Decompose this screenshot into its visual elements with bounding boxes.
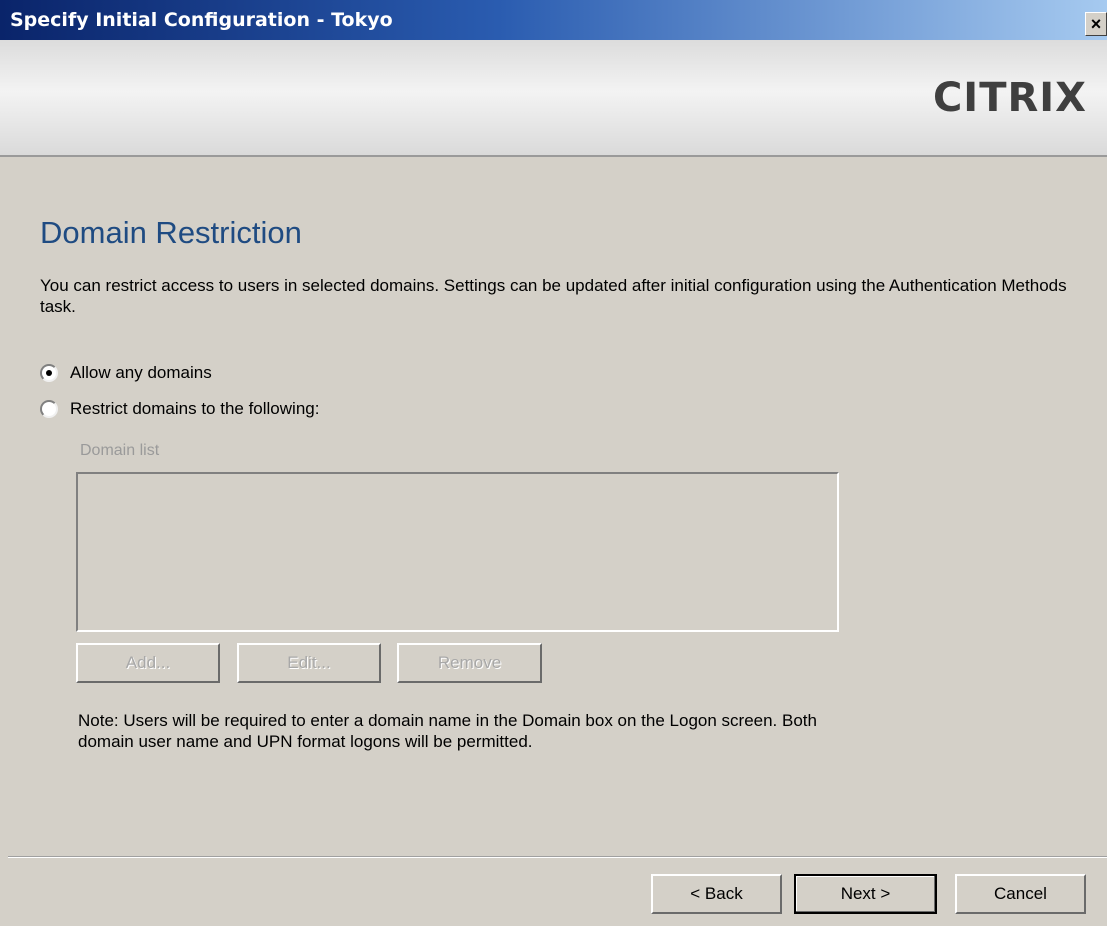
next-button[interactable]: Next > [794, 874, 937, 914]
edit-button[interactable]: Edit... [237, 643, 381, 683]
footer-separator [8, 856, 1107, 858]
title-bar: Specify Initial Configuration - Tokyo × [0, 0, 1107, 40]
allow-any-domains-option[interactable]: Allow any domains [40, 363, 212, 383]
close-icon: × [1090, 14, 1102, 34]
restrict-domains-radio[interactable] [40, 400, 58, 418]
cancel-button[interactable]: Cancel [955, 874, 1086, 914]
header-banner: CITRIX [0, 40, 1107, 157]
add-button[interactable]: Add... [76, 643, 220, 683]
allow-any-domains-radio[interactable] [40, 364, 58, 382]
domain-note: Note: Users will be required to enter a … [78, 711, 817, 751]
domain-list-box[interactable] [76, 472, 839, 632]
page-title: Domain Restriction [40, 215, 302, 250]
close-button[interactable]: × [1085, 12, 1107, 36]
allow-any-domains-label: Allow any domains [70, 363, 212, 382]
restrict-domains-option[interactable]: Restrict domains to the following: [40, 399, 319, 419]
remove-button[interactable]: Remove [397, 643, 542, 683]
back-button[interactable]: < Back [651, 874, 782, 914]
window-title: Specify Initial Configuration - Tokyo [10, 9, 393, 31]
page-description: You can restrict access to users in sele… [40, 276, 1067, 316]
domain-list-label: Domain list [80, 442, 160, 459]
restrict-domains-label: Restrict domains to the following: [70, 399, 320, 418]
citrix-logo: CITRIX [932, 75, 1087, 121]
